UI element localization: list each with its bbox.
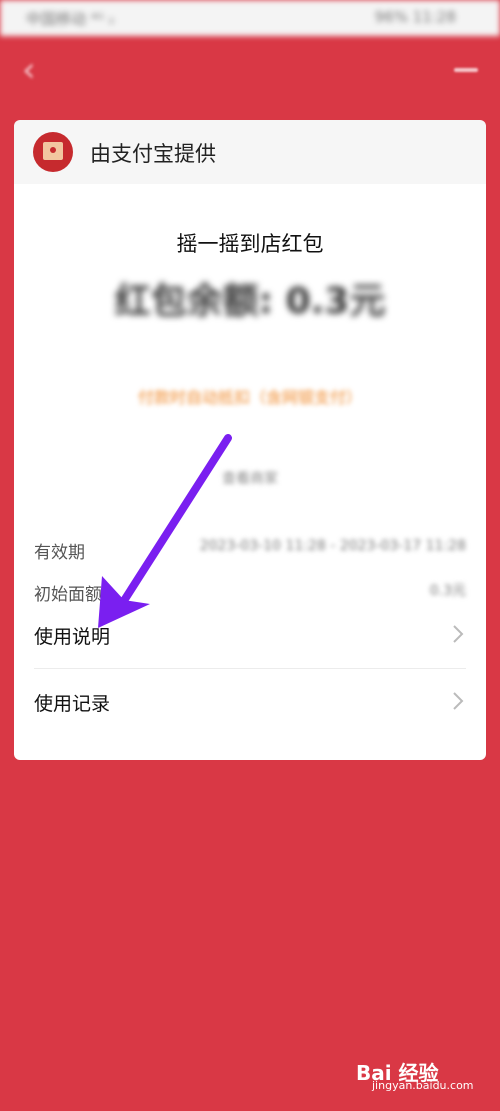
provider-header: 由支付宝提供 — [14, 120, 486, 184]
more-icon[interactable] — [454, 68, 478, 72]
red-envelope-icon — [33, 132, 73, 172]
baidu-jingyan-watermark: Bai 经验 jingyan.baidu.com — [356, 1057, 476, 1093]
initial-amount-value: 0.3元 — [429, 583, 466, 599]
chevron-right-icon — [453, 692, 464, 710]
usage-instructions-label: 使用说明 — [34, 626, 111, 648]
watermark-sub: jingyan.baidu.com — [372, 1079, 474, 1092]
validity-row: 有效期 2023-03-10 11:28 - 2023-03-17 11:28 — [34, 534, 466, 564]
usage-instructions-row[interactable]: 使用说明 — [34, 602, 466, 669]
battery-time: 96% 11:28 — [374, 8, 456, 26]
status-bar: 中国移动 ⁴ᴳ ᵢᵢ 96% 11:28 — [0, 0, 500, 36]
card-title: 摇一摇到店红包 — [176, 232, 324, 256]
deduction-note: 付款时自动抵扣（含网银支付） — [137, 388, 362, 407]
balance-amount: 红包余额: 0.3元 — [114, 281, 386, 322]
view-merchant-link[interactable]: 查看商家 — [14, 468, 486, 488]
back-icon[interactable]: ‹ — [22, 50, 52, 90]
red-packet-card: 摇一摇到店红包 红包余额: 0.3元 付款时自动抵扣（含网银支付） 查看商家 有… — [14, 184, 486, 760]
usage-records-row[interactable]: 使用记录 — [34, 669, 466, 735]
chevron-right-icon — [453, 625, 464, 643]
validity-value: 2023-03-10 11:28 - 2023-03-17 11:28 — [199, 538, 466, 554]
usage-records-label: 使用记录 — [34, 693, 111, 715]
carrier-signal: 中国移动 ⁴ᴳ ᵢᵢ — [26, 10, 115, 28]
validity-label: 有效期 — [34, 543, 85, 563]
provider-label: 由支付宝提供 — [90, 142, 216, 166]
